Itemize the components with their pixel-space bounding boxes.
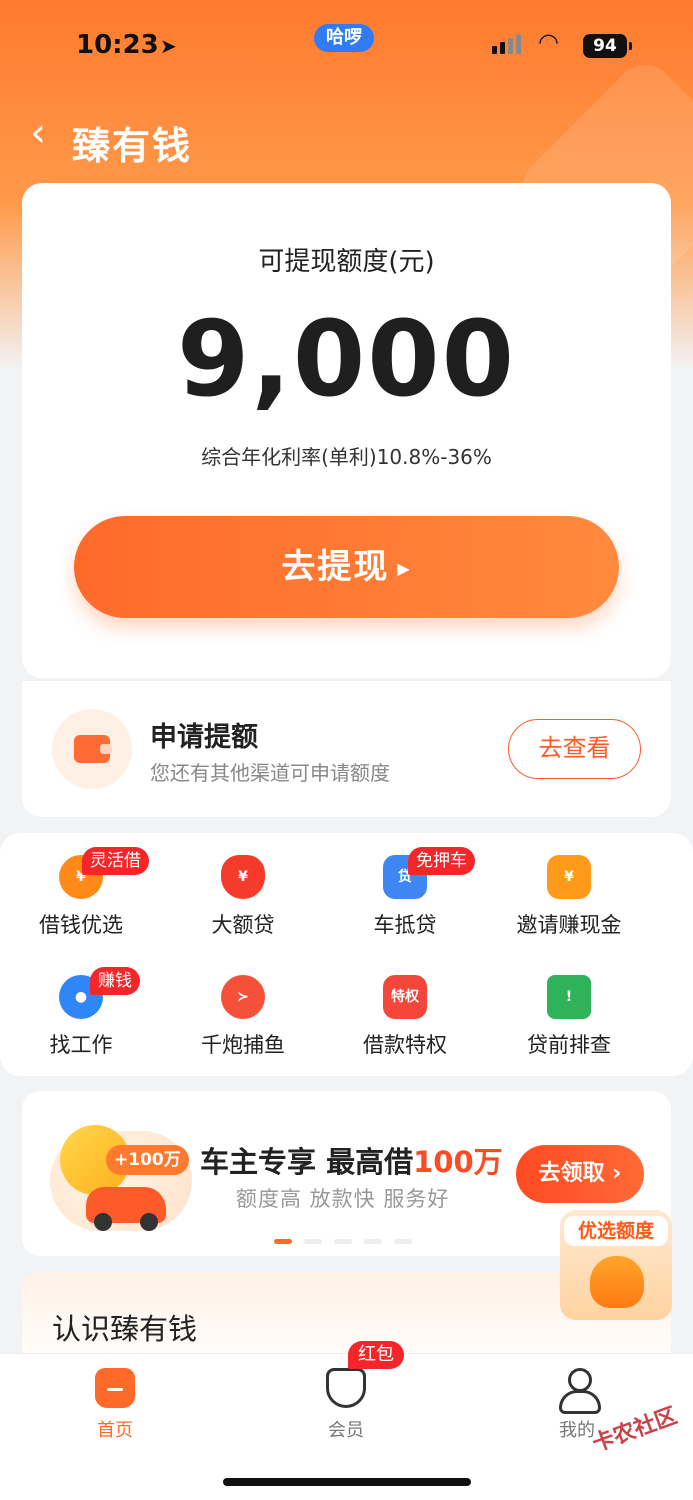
tab-label: 首页 bbox=[97, 1420, 133, 1441]
banner-title-highlight: 100万 bbox=[413, 1145, 503, 1179]
carousel-dot[interactable] bbox=[394, 1239, 412, 1244]
available-amount: 9,000 bbox=[177, 298, 516, 420]
service-label: 找工作 bbox=[49, 1033, 113, 1057]
carousel-dot[interactable] bbox=[334, 1239, 352, 1244]
back-icon[interactable]: ‹ bbox=[30, 113, 46, 153]
profile-icon bbox=[557, 1368, 601, 1414]
member-tab-badge: 红包 bbox=[348, 1341, 404, 1369]
carousel-dot[interactable] bbox=[364, 1239, 382, 1244]
privilege-icon: 特权 bbox=[383, 975, 427, 1019]
service-item-privilege[interactable]: 特权 借款特权 bbox=[324, 975, 486, 1059]
about-title: 认识臻有钱 bbox=[52, 1312, 198, 1346]
nav-bar: ‹ 臻有钱 bbox=[0, 105, 693, 168]
status-time: 10:23 bbox=[76, 30, 159, 60]
fish-icon: ≻ bbox=[221, 975, 265, 1019]
tab-member[interactable]: 会员 bbox=[286, 1368, 406, 1442]
annual-rate-text: 综合年化利率(单利)10.8%-36% bbox=[201, 445, 492, 469]
check-button[interactable]: 去查看 bbox=[508, 719, 641, 779]
service-label: 车抵贷 bbox=[373, 913, 437, 937]
play-arrow-icon: ▶ bbox=[397, 558, 412, 578]
member-icon bbox=[326, 1368, 366, 1408]
service-tag: 免押车 bbox=[408, 847, 475, 875]
services-grid: ¥ 借钱优选 灵活借 ¥ 大额贷 贷 车抵贷 免押车 ¥ 邀请赚现金 ● 找工作… bbox=[0, 833, 693, 1076]
money-bag-icon bbox=[590, 1256, 644, 1308]
service-item-fishing[interactable]: ≻ 千炮捕鱼 bbox=[162, 975, 324, 1059]
warning-icon: ! bbox=[547, 975, 591, 1019]
service-label: 贷前排查 bbox=[527, 1033, 611, 1057]
service-item-borrow-select[interactable]: ¥ 借钱优选 灵活借 bbox=[0, 847, 162, 939]
cellular-signal-icon bbox=[492, 34, 521, 54]
battery-indicator: 94 bbox=[583, 34, 632, 58]
service-item-car-loan[interactable]: 贷 车抵贷 免押车 bbox=[324, 847, 486, 939]
page-title: 臻有钱 bbox=[72, 124, 193, 168]
home-icon bbox=[95, 1368, 135, 1408]
wallet-icon bbox=[74, 735, 112, 763]
service-label: 邀请赚现金 bbox=[516, 913, 622, 937]
credit-card-panel: 可提现额度(元) 9,000 综合年化利率(单利)10.8%-36% 去提现 ▶ bbox=[22, 183, 671, 678]
wifi-icon: ◠ bbox=[538, 28, 559, 56]
invite-cash-icon: ¥ bbox=[547, 855, 591, 899]
service-item-invite-cash[interactable]: ¥ 邀请赚现金 bbox=[488, 855, 650, 939]
tab-home[interactable]: 首页 bbox=[55, 1368, 175, 1442]
banner-title-prefix: 车主专享 最高借 bbox=[200, 1145, 414, 1179]
service-label: 借钱优选 bbox=[39, 913, 123, 937]
apply-increase-row[interactable]: 申请提额 您还有其他渠道可申请额度 去查看 bbox=[22, 680, 671, 817]
service-item-find-job[interactable]: ● 找工作 赚钱 bbox=[0, 967, 162, 1059]
carousel-dot[interactable] bbox=[304, 1239, 322, 1244]
banner-subtitle: 额度高 放款快 服务好 bbox=[236, 1187, 450, 1211]
apply-title: 申请提额 bbox=[150, 722, 258, 753]
carrier-pill[interactable]: 哈啰 bbox=[314, 24, 374, 52]
home-indicator bbox=[223, 1478, 471, 1486]
location-arrow-icon: ➤ bbox=[160, 34, 177, 58]
service-label: 借款特权 bbox=[363, 1033, 447, 1057]
carousel-dot[interactable] bbox=[274, 1239, 292, 1244]
red-bag-icon: ¥ bbox=[221, 855, 265, 899]
claim-button[interactable]: 去领取 › bbox=[516, 1145, 644, 1203]
status-bar: 10:23 ➤ 哈啰 ◠ 94 bbox=[0, 0, 693, 95]
tab-label: 会员 bbox=[328, 1420, 364, 1441]
coin-car-illustration: +100万 bbox=[50, 1125, 192, 1231]
service-label: 大额贷 bbox=[211, 913, 275, 937]
banner-badge: +100万 bbox=[106, 1145, 189, 1175]
float-promo-label: 优选额度 bbox=[564, 1216, 668, 1246]
wallet-icon-wrap bbox=[52, 709, 132, 789]
service-item-precheck[interactable]: ! 贷前排查 bbox=[488, 975, 650, 1059]
service-tag: 灵活借 bbox=[82, 847, 149, 875]
banner-title: 车主专享 最高借100万 bbox=[200, 1139, 503, 1181]
withdraw-label: 去提现 bbox=[281, 547, 390, 587]
service-item-large-loan[interactable]: ¥ 大额贷 bbox=[162, 855, 324, 939]
apply-subtitle: 您还有其他渠道可申请额度 bbox=[150, 761, 390, 785]
floating-promo[interactable]: 优选额度 bbox=[560, 1210, 672, 1320]
amount-label: 可提现额度(元) bbox=[258, 247, 435, 277]
carousel-dots bbox=[274, 1239, 412, 1244]
withdraw-button[interactable]: 去提现 ▶ bbox=[74, 516, 619, 618]
service-label: 千炮捕鱼 bbox=[201, 1033, 285, 1057]
car-icon bbox=[86, 1187, 166, 1231]
service-tag: 赚钱 bbox=[90, 967, 140, 995]
